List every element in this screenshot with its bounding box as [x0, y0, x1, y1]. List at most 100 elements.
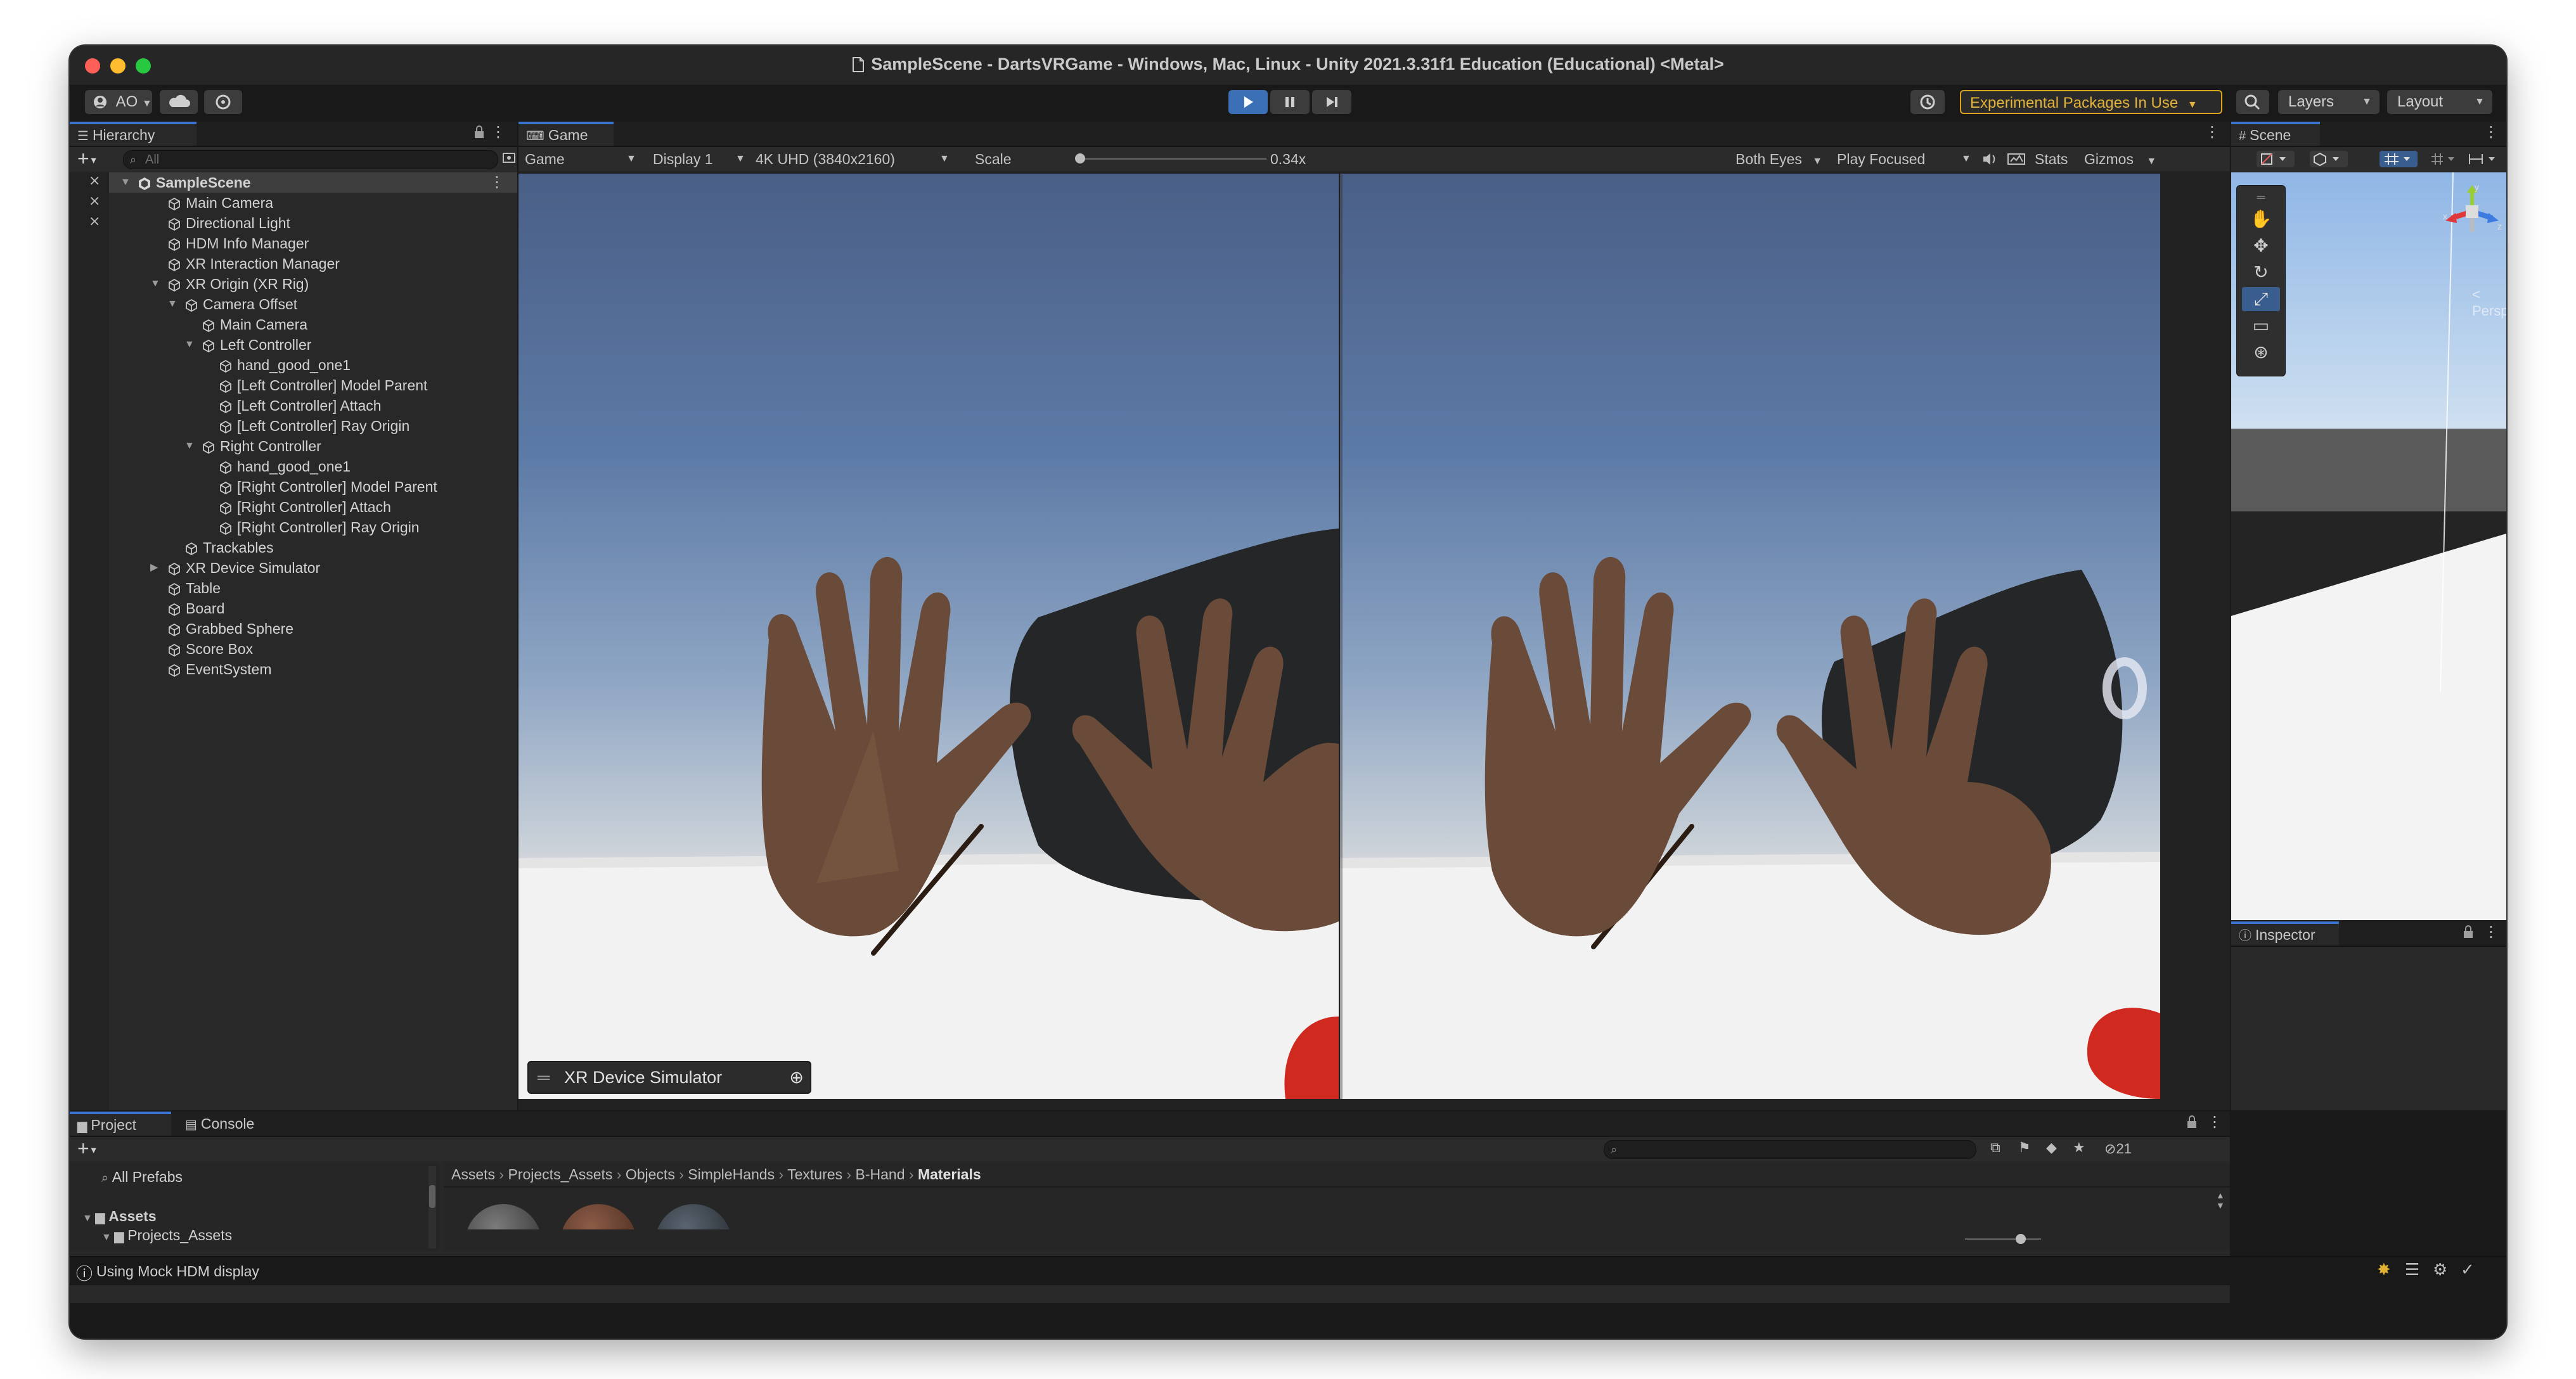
- hierarchy-item[interactable]: hand_good_one1: [70, 456, 513, 477]
- hierarchy-item[interactable]: Table: [70, 578, 513, 598]
- pause-button[interactable]: [1270, 90, 1310, 114]
- chevron-down-icon[interactable]: ▼: [82, 1213, 95, 1224]
- collab-button[interactable]: [204, 90, 242, 114]
- draw-mode-dropdown[interactable]: [2257, 151, 2295, 167]
- hierarchy-item[interactable]: EventSystem: [70, 659, 513, 679]
- chevron-down-icon[interactable]: ▼: [101, 1232, 114, 1243]
- display-dropdown[interactable]: Display 1 ▼: [653, 147, 748, 171]
- hand-tool-icon[interactable]: ✋: [2242, 207, 2280, 231]
- status-message[interactable]: Using Mock HDM display: [96, 1257, 259, 1285]
- breadcrumb-item[interactable]: Assets: [451, 1166, 495, 1183]
- hierarchy-item[interactable]: Main Camera: [70, 314, 513, 335]
- hierarchy-item[interactable]: ▼ SampleScene ⋮: [70, 172, 513, 193]
- project-tree-item[interactable]: ▼ ▆ Projects_Assets: [101, 1227, 232, 1244]
- rotate-tool-icon[interactable]: ↻: [2242, 260, 2280, 285]
- history-button[interactable]: [1910, 90, 1945, 114]
- gizmo-toggle[interactable]: [2466, 151, 2504, 167]
- hierarchy-item[interactable]: [Left Controller] Model Parent: [70, 375, 513, 395]
- search-button[interactable]: [2236, 90, 2269, 114]
- project-search-input[interactable]: ⌕: [1604, 1140, 1976, 1159]
- stats-toggle[interactable]: Stats: [2035, 147, 2068, 171]
- hierarchy-item[interactable]: ▼ Camera Offset: [70, 294, 513, 314]
- step-button[interactable]: [1312, 90, 1351, 114]
- grid-snap-toggle[interactable]: [2380, 151, 2418, 167]
- eyes-dropdown[interactable]: Both Eyes ▼: [1736, 147, 1831, 174]
- chevron-down-icon[interactable]: ▼: [120, 172, 131, 193]
- add-object-button[interactable]: +▼: [77, 148, 98, 170]
- tag-icon[interactable]: ◆: [2046, 1139, 2057, 1156]
- hierarchy-item[interactable]: [Right Controller] Model Parent: [70, 477, 513, 497]
- hierarchy-item[interactable]: ▶ XR Device Simulator: [70, 558, 513, 578]
- rect-tool-icon[interactable]: ▭: [2242, 314, 2280, 338]
- orientation-gizmo[interactable]: y x z: [2440, 181, 2504, 264]
- chevron-down-icon[interactable]: ▼: [184, 335, 195, 355]
- breadcrumb-item[interactable]: Objects: [626, 1166, 675, 1183]
- gizmos-dropdown[interactable]: Gizmos ▼: [2084, 147, 2167, 174]
- hierarchy-item[interactable]: Score Box: [70, 639, 513, 659]
- favorite-star-icon[interactable]: ★: [2073, 1139, 2085, 1156]
- hierarchy-item[interactable]: [Right Controller] Attach: [70, 497, 513, 517]
- material-thumbnail[interactable]: [560, 1204, 636, 1229]
- chevron-right-icon[interactable]: ▶: [150, 558, 158, 578]
- scale-slider-thumb[interactable]: [1075, 153, 1085, 164]
- tree-scrollbar[interactable]: [428, 1166, 436, 1248]
- tab-console[interactable]: ▤ Console: [177, 1112, 279, 1136]
- xr-device-simulator-panel[interactable]: ═ XR Device Simulator ⊕: [527, 1061, 811, 1094]
- hierarchy-item[interactable]: Directional Light: [70, 213, 513, 233]
- tree-scrollbar-thumb[interactable]: [429, 1185, 435, 1208]
- move-tool-icon[interactable]: ✥: [2242, 234, 2280, 258]
- tab-hierarchy[interactable]: ☰ Hierarchy: [70, 122, 196, 146]
- chevron-down-icon[interactable]: ▼: [184, 436, 195, 456]
- asset-scrollbar[interactable]: ▲ ▼: [2216, 1190, 2225, 1215]
- lock-icon[interactable]: [2186, 1114, 2198, 1134]
- cloud-button[interactable]: [160, 90, 198, 114]
- layout-dropdown[interactable]: Layout ▼: [2387, 90, 2492, 114]
- more-menu-icon[interactable]: ⋮: [489, 172, 505, 193]
- snap-increment-dropdown[interactable]: [2428, 151, 2459, 167]
- perspective-toggle[interactable]: < Persp: [2472, 286, 2506, 319]
- hierarchy-search-input[interactable]: ⌕ All: [123, 150, 498, 169]
- hierarchy-item[interactable]: Trackables: [70, 537, 513, 558]
- breadcrumb-item[interactable]: B-Hand: [856, 1166, 905, 1183]
- expand-icon[interactable]: ⊕: [789, 1062, 804, 1093]
- hierarchy-item[interactable]: [Left Controller] Ray Origin: [70, 416, 513, 436]
- tab-game[interactable]: ⌨ Game: [518, 122, 614, 146]
- hierarchy-item[interactable]: hand_good_one1: [70, 355, 513, 375]
- game-viewport[interactable]: ═ XR Device Simulator ⊕: [518, 174, 2160, 1099]
- more-menu-icon[interactable]: ⋮: [491, 123, 506, 141]
- hierarchy-item[interactable]: ▼ XR Origin (XR Rig): [70, 274, 513, 294]
- hierarchy-item[interactable]: ▼ Right Controller: [70, 436, 513, 456]
- thumbnail-size-slider[interactable]: [1965, 1238, 2041, 1240]
- tab-project[interactable]: ▆ Project: [70, 1112, 171, 1136]
- hierarchy-item[interactable]: ▼ Left Controller: [70, 335, 513, 355]
- hierarchy-item[interactable]: [Right Controller] Ray Origin: [70, 517, 513, 537]
- more-menu-icon[interactable]: ⋮: [2483, 923, 2499, 941]
- lock-icon[interactable]: [2462, 924, 2475, 944]
- scene-visibility-icon[interactable]: [502, 152, 516, 170]
- more-menu-icon[interactable]: ⋮: [2205, 123, 2220, 141]
- search-by-type-icon[interactable]: ⧉: [1990, 1139, 2000, 1156]
- hierarchy-item[interactable]: Grabbed Sphere: [70, 619, 513, 639]
- lock-icon[interactable]: [473, 124, 486, 144]
- hierarchy-item[interactable]: [Left Controller] Attach: [70, 395, 513, 416]
- drag-handle-icon[interactable]: ═: [538, 1062, 550, 1093]
- account-dropdown[interactable]: AO ▼: [85, 90, 152, 114]
- drag-handle-icon[interactable]: ═: [2242, 191, 2280, 203]
- chevron-down-icon[interactable]: ▼: [167, 294, 177, 314]
- play-focused-dropdown[interactable]: Play Focused ▼: [1837, 147, 1973, 171]
- project-tree-item[interactable]: ▼ ▆ Assets: [82, 1208, 157, 1225]
- chevron-down-icon[interactable]: ▼: [150, 274, 160, 294]
- material-thumbnail[interactable]: [655, 1204, 731, 1229]
- thumbnail-size-thumb[interactable]: [2016, 1234, 2026, 1244]
- create-asset-button[interactable]: +▼: [77, 1138, 98, 1160]
- material-thumbnail[interactable]: [465, 1204, 541, 1229]
- search-by-label-icon[interactable]: ⚑: [2018, 1139, 2031, 1156]
- hierarchy-item[interactable]: Board: [70, 598, 513, 619]
- breadcrumb-item[interactable]: SimpleHands: [688, 1166, 775, 1183]
- hidden-packages-toggle[interactable]: ⊘21: [2104, 1137, 2132, 1161]
- render-mode-dropdown[interactable]: [2310, 151, 2348, 167]
- scale-slider-track[interactable]: [1076, 158, 1266, 160]
- more-menu-icon[interactable]: ⋮: [2483, 123, 2499, 141]
- project-tree-item[interactable]: ⌕ All Prefabs: [101, 1169, 183, 1186]
- scene-viewport[interactable]: ═ ✋ ✥ ↻ ⤢ ▭ ⊛ y x z < Persp: [2231, 172, 2506, 920]
